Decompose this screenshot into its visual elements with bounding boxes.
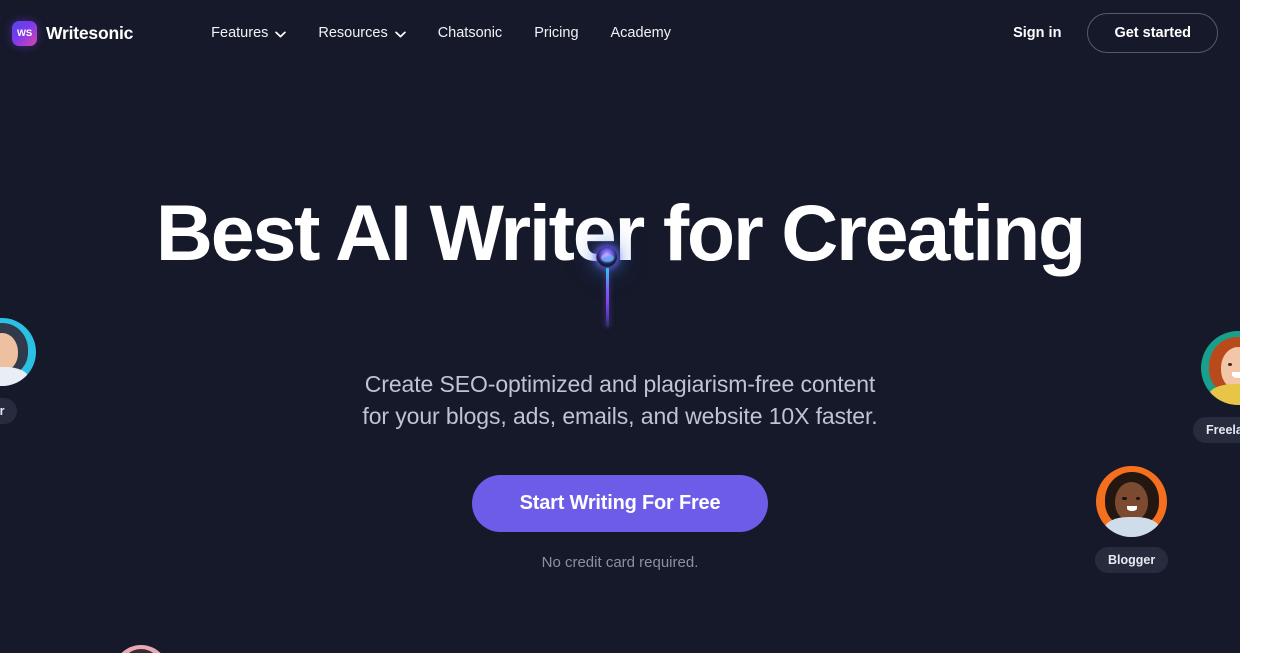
ai-orb-cursor-icon <box>596 246 618 327</box>
nav-item-features-label: Features <box>211 25 269 41</box>
text-cursor-line <box>606 268 609 327</box>
avatar-skin <box>1115 481 1148 522</box>
start-writing-for-free-button[interactable]: Start Writing For Free <box>471 474 769 532</box>
nav-item-resources-label: Resources <box>318 25 388 41</box>
avatar-freelancer <box>1200 331 1240 405</box>
get-started-button[interactable]: Get started <box>1087 13 1218 53</box>
avatar-writer <box>113 645 169 653</box>
nav-item-pricing-label: Pricing <box>534 25 579 41</box>
nav-item-academy[interactable]: Academy <box>595 17 687 49</box>
avatar-shirt <box>0 366 28 386</box>
nav-item-academy-label: Academy <box>610 25 671 41</box>
nav-actions: Sign in Get started <box>999 13 1218 53</box>
nav-item-features[interactable]: Features <box>195 17 302 49</box>
avatar-shirt <box>1104 517 1159 537</box>
nav-item-chatsonic[interactable]: Chatsonic <box>422 17 518 49</box>
avatar-face <box>113 645 169 653</box>
brand-name: Writesonic <box>46 22 134 43</box>
nav-item-resources[interactable]: Resources <box>302 17 421 49</box>
no-credit-card-note: No credit card required. <box>541 553 699 571</box>
persona-left-cutoff-label: r <box>0 398 18 424</box>
persona-left-cutoff[interactable]: r <box>0 318 36 424</box>
hero-section: Best AI Writer for Creating Create SEO-o… <box>0 66 1240 571</box>
persona-bottom-cutoff[interactable] <box>113 645 169 653</box>
page-canvas: WS Writesonic Features Resources Chatson… <box>0 0 1240 653</box>
persona-blogger[interactable]: Blogger <box>1095 466 1169 573</box>
persona-blogger-label: Blogger <box>1095 547 1169 573</box>
page-title: Best AI Writer for Creating <box>155 188 1086 277</box>
persona-freelancer[interactable]: Freelancer <box>1193 331 1240 443</box>
avatar-eye-left <box>1122 496 1127 500</box>
nav-item-pricing[interactable]: Pricing <box>518 17 594 49</box>
avatar-shirt <box>1209 384 1240 405</box>
nav-links: Features Resources Chatsonic Pricing Aca… <box>195 17 687 49</box>
avatar-eye-right <box>1135 496 1141 500</box>
avatar-face <box>1096 466 1167 537</box>
chevron-down-icon <box>275 31 287 38</box>
sign-in-button[interactable]: Sign in <box>999 17 1075 49</box>
chevron-down-icon <box>394 31 406 38</box>
avatar-face <box>0 318 36 386</box>
avatar-marketer <box>0 318 36 386</box>
avatar-blogger <box>1096 466 1168 537</box>
brand-mark-text: WS <box>17 27 32 39</box>
right-side-panel <box>1240 0 1270 653</box>
writesonic-logo-icon: WS <box>12 20 37 46</box>
ai-orb-icon <box>596 246 618 268</box>
hero-subheading-line-1: Create SEO-optimized and plagiarism-free… <box>364 371 876 398</box>
avatar-face <box>1201 331 1240 405</box>
hero-subheading: Create SEO-optimized and plagiarism-free… <box>0 369 1240 432</box>
top-navigation-bar: WS Writesonic Features Resources Chatson… <box>0 0 1240 66</box>
nav-item-chatsonic-label: Chatsonic <box>437 25 503 41</box>
persona-freelancer-label: Freelancer <box>1193 417 1240 443</box>
hero-subheading-line-2: for your blogs, ads, emails, and website… <box>362 403 878 430</box>
avatar-hair <box>119 649 163 653</box>
cta-container: Start Writing For Free <box>0 474 1240 532</box>
brand-logo[interactable]: WS Writesonic <box>8 20 134 46</box>
